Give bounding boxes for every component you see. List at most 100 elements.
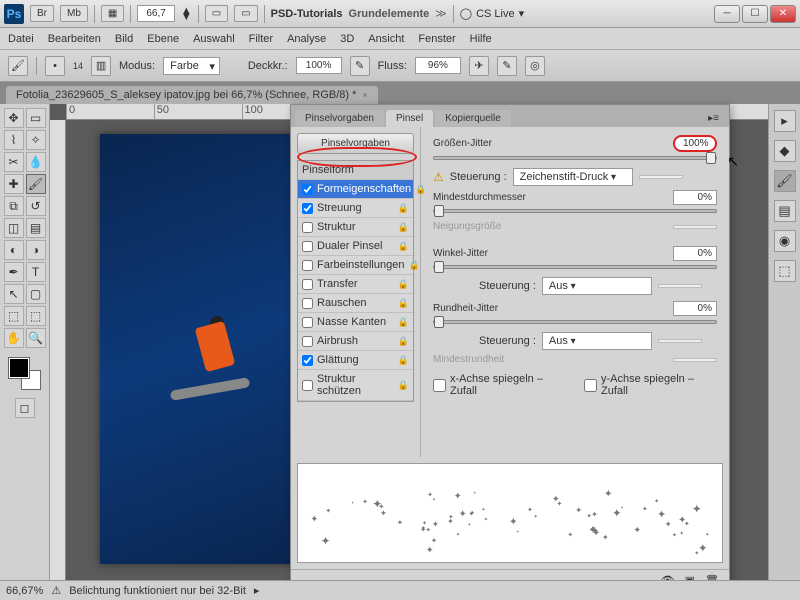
target-icon[interactable]: ◎ [525,56,545,76]
move-tool[interactable]: ✥ [4,108,24,128]
canvas[interactable] [100,134,300,564]
brush-option-struktur[interactable]: Struktur🔒 [298,218,413,237]
mode-select[interactable]: Farbe ▾ [163,57,220,75]
color-swatches[interactable] [9,358,41,390]
menu-3d[interactable]: 3D [340,33,354,45]
pen-tool[interactable]: ✒ [4,262,24,282]
minimize-button[interactable]: ─ [714,5,740,23]
min-diameter-slider[interactable] [433,209,717,213]
hand-tool[interactable]: ✋ [4,328,24,348]
history-brush-tool[interactable]: ↺ [26,196,46,216]
preset-button[interactable]: Pinselvorgaben [297,133,414,154]
brush-size[interactable]: 14 [73,61,83,71]
panel-menu-icon[interactable]: ▸≡ [702,110,725,127]
chevron-right-icon[interactable]: ≫ [435,7,447,20]
angle-jitter-value[interactable]: 0% [673,246,717,261]
menu-analyse[interactable]: Analyse [287,33,326,45]
menu-ebene[interactable]: Ebene [147,33,179,45]
shape-tool[interactable]: ▢ [26,284,46,304]
tab-pinsel[interactable]: Pinsel [386,110,433,127]
brush-option-farbeinstellungen[interactable]: Farbeinstellungen🔒 [298,256,413,275]
marquee-tool[interactable]: ▭ [26,108,46,128]
opacity-input[interactable]: 100% [296,57,342,74]
cslive-button[interactable]: ◯ CS Live ▾ [460,7,524,20]
close-button[interactable]: ✕ [770,5,796,23]
control2-select[interactable]: Aus ▾ [542,277,652,295]
swatches-panel-icon[interactable]: ◆ [774,140,796,162]
minibridge-button[interactable]: Mb [60,5,88,22]
menu-filter[interactable]: Filter [249,33,273,45]
quickmask-button[interactable]: ◻ [15,398,35,418]
heal-tool[interactable]: ✚ [4,174,24,194]
brush-option-streuung[interactable]: Streuung🔒 [298,199,413,218]
tablet-size-icon[interactable]: ✎ [497,56,517,76]
status-chevron-icon[interactable]: ▸ [254,584,260,597]
tutorials-label[interactable]: PSD-Tutorials [271,8,343,20]
brush-tool-icon[interactable]: 🖌 [8,56,28,76]
menu-auswahl[interactable]: Auswahl [193,33,235,45]
menu-hilfe[interactable]: Hilfe [470,33,492,45]
arrows-icon[interactable]: ▲▼ [181,8,192,20]
path-tool[interactable]: ↖ [4,284,24,304]
brush-option-struktur-schützen[interactable]: Struktur schützen🔒 [298,370,413,401]
size-jitter-value[interactable]: 100% [673,135,717,152]
brush-option-transfer[interactable]: Transfer🔒 [298,275,413,294]
flow-input[interactable]: 96% [415,57,461,74]
zoom-display[interactable]: 66,7 [137,5,174,22]
brush-option-airbrush[interactable]: Airbrush🔒 [298,332,413,351]
tab-kopierquelle[interactable]: Kopierquelle [435,110,511,127]
crop-panel-icon[interactable]: ⬚ [774,260,796,282]
lasso-tool[interactable]: ⌇ [4,130,24,150]
close-tab-icon[interactable]: × [362,90,367,100]
angle-jitter-slider[interactable] [433,265,717,269]
menu-ansicht[interactable]: Ansicht [368,33,404,45]
wand-tool[interactable]: ✧ [26,130,46,150]
control-select[interactable]: Zeichenstift-Druck ▾ [513,168,633,186]
dodge-tool[interactable]: ◑ [26,240,46,260]
type-tool[interactable]: T [26,262,46,282]
crop-tool[interactable]: ✂ [4,152,24,172]
brush-option-pinselform[interactable]: Pinselform [298,161,413,180]
brush-preset-icon[interactable]: • [45,56,65,76]
3d-cam-tool[interactable]: ⬚ [26,306,46,326]
eraser-tool[interactable]: ◫ [4,218,24,238]
size-jitter-slider[interactable] [433,156,717,160]
3d-tool[interactable]: ⬚ [4,306,24,326]
view-extras-button[interactable]: ▦ [101,5,124,22]
document-tab[interactable]: Fotolia_23629605_S_aleksey ipatov.jpg be… [6,86,378,104]
brush-option-rauschen[interactable]: Rauschen🔒 [298,294,413,313]
min-diameter-value[interactable]: 0% [673,190,717,205]
zoom-tool[interactable]: 🔍 [26,328,46,348]
brush-tool[interactable]: 🖌 [26,174,46,194]
brush-option-glättung[interactable]: Glättung🔒 [298,351,413,370]
stamp-tool[interactable]: ⧉ [4,196,24,216]
brush-panel-icon[interactable]: ▥ [91,56,111,76]
screenmode-button[interactable]: ▭ [234,5,257,22]
flipy-checkbox[interactable]: y-Achse spiegeln – Zufall [584,373,717,397]
airbrush-icon[interactable]: ✈ [469,56,489,76]
maximize-button[interactable]: ☐ [742,5,768,23]
blur-tool[interactable]: ◐ [4,240,24,260]
status-zoom[interactable]: 66,67% [6,585,43,597]
menu-datei[interactable]: Datei [8,33,34,45]
menu-fenster[interactable]: Fenster [418,33,455,45]
brush-option-nasse-kanten[interactable]: Nasse Kanten🔒 [298,313,413,332]
collapse-icon[interactable]: ▸ [774,110,796,132]
control3-select[interactable]: Aus ▾ [542,332,652,350]
gradient-tool[interactable]: ▤ [26,218,46,238]
round-jitter-value[interactable]: 0% [673,301,717,316]
menu-bearbeiten[interactable]: Bearbeiten [48,33,101,45]
menu-bild[interactable]: Bild [115,33,133,45]
tablet-opacity-icon[interactable]: ✎ [350,56,370,76]
brush-option-dualer-pinsel[interactable]: Dualer Pinsel🔒 [298,237,413,256]
arrange-button[interactable]: ▭ [205,5,228,22]
tab-pinselvorgaben[interactable]: Pinselvorgaben [295,110,384,127]
sphere-icon[interactable]: ◉ [774,230,796,252]
brush-option-formeigenschaften[interactable]: Formeigenschaften🔒 [298,180,413,199]
round-jitter-slider[interactable] [433,320,717,324]
eyedrop-tool[interactable]: 💧 [26,152,46,172]
flipx-checkbox[interactable]: x-Achse spiegeln – Zufall [433,373,566,397]
brush-panel-icon[interactable]: 🖌 [774,170,796,192]
layers-panel-icon[interactable]: ▤ [774,200,796,222]
bridge-button[interactable]: Br [30,5,54,22]
